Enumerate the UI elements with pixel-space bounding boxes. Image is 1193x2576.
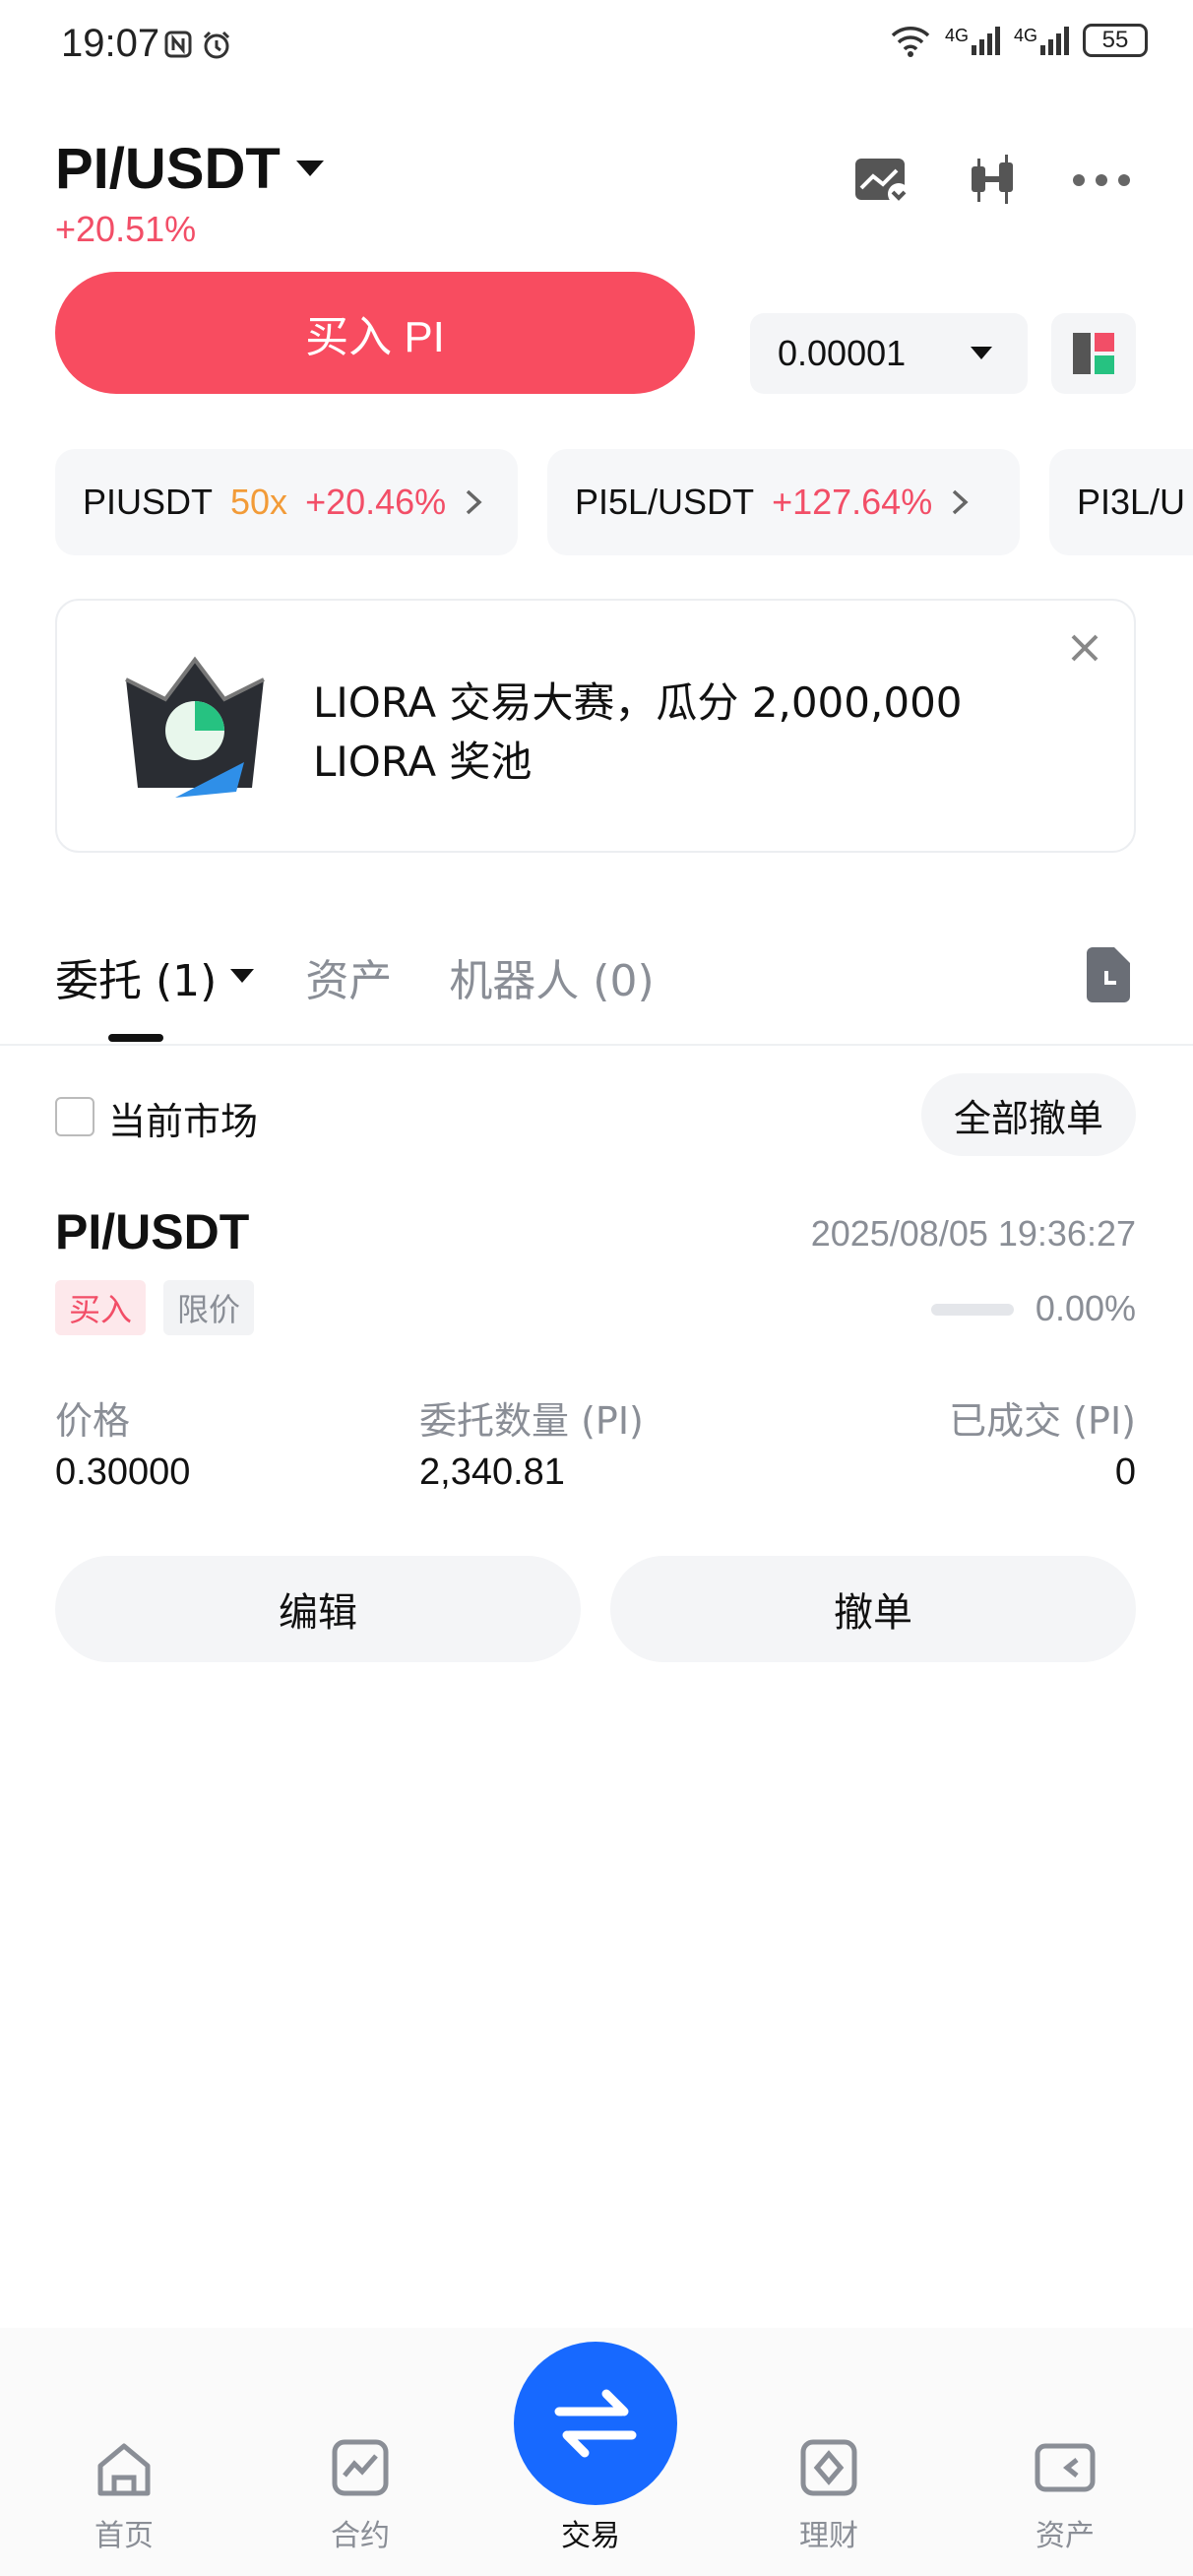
active-tab-indicator: [108, 1034, 163, 1042]
chip-pair: PI3L/U: [1077, 482, 1186, 522]
filled-label: 已成交 (PI): [949, 1399, 1136, 1443]
chip-pair: PI5L/USDT: [575, 482, 755, 522]
fill-progress-percent: 0.00%: [1035, 1288, 1136, 1328]
chevron-right-icon: [953, 489, 969, 515]
network-type-1: 4G: [944, 26, 969, 45]
cancel-order-button[interactable]: 撤单: [610, 1556, 1136, 1662]
wallet-icon: [1035, 2443, 1096, 2492]
nav-futures[interactable]: 合约: [291, 2438, 429, 2554]
tab-assets[interactable]: 资产: [305, 945, 392, 1008]
nav-finance[interactable]: 理财: [760, 2438, 898, 2554]
signal-2: 4G: [1014, 26, 1069, 55]
edit-order-button[interactable]: 编辑: [55, 1556, 581, 1662]
cancel-all-button[interactable]: 全部撤单: [921, 1073, 1136, 1156]
orderbook-layout-button[interactable]: [1051, 313, 1136, 394]
nav-trade-label: 交易: [561, 2519, 620, 2553]
trophy-crown-icon: [125, 656, 265, 798]
qty-value: 2,340.81: [419, 1451, 565, 1493]
signal-bars-icon: [971, 27, 1000, 55]
layout-icon: [1073, 333, 1114, 374]
chart-settings-icon[interactable]: [848, 146, 917, 215]
price-value: 0.30000: [55, 1451, 191, 1493]
qty-label: 委托数量 (PI): [419, 1399, 644, 1443]
status-time: 19:07: [61, 22, 160, 65]
wifi-icon: [891, 27, 930, 57]
current-market-label[interactable]: 当前市场: [108, 1091, 258, 1145]
close-icon[interactable]: [1061, 624, 1108, 672]
chip-change: +20.46%: [305, 482, 447, 522]
related-pair-chip-3[interactable]: PI3L/U: [1049, 449, 1193, 555]
nav-home[interactable]: 首页: [55, 2442, 193, 2554]
caret-down-icon: [971, 347, 992, 359]
fill-progress-bar: [931, 1304, 1014, 1316]
filled-value: 0: [1114, 1451, 1136, 1493]
order-side-badge: 买入: [55, 1280, 147, 1335]
chip-change: +127.64%: [772, 482, 933, 522]
status-bar: 19:07 4G 4G 55: [0, 0, 1193, 98]
signal-bars-icon: [1040, 27, 1069, 55]
order-time: 2025/08/05 19:36:27: [810, 1213, 1136, 1254]
candlestick-icon[interactable]: [959, 146, 1028, 215]
order-history-icon[interactable]: [1083, 947, 1134, 1002]
alarm-icon: [203, 31, 230, 59]
caret-down-icon: [295, 160, 324, 176]
chevron-right-icon: [467, 489, 482, 515]
nav-assets[interactable]: 资产: [996, 2438, 1134, 2554]
precision-select[interactable]: 0.00001: [750, 313, 1028, 394]
order-pair: PI/USDT: [55, 1204, 250, 1259]
status-right: 4G 4G 55: [890, 24, 1148, 57]
tab-orders[interactable]: 委托 (1): [55, 945, 255, 1008]
status-notification-icons: [163, 30, 232, 61]
nfc-icon: [164, 31, 192, 58]
chip-leverage: 50x: [230, 482, 288, 522]
finance-icon: [800, 2439, 857, 2496]
swap-icon: [554, 2389, 637, 2458]
home-icon: [97, 2443, 151, 2496]
pair-selector[interactable]: PI/USDT: [55, 136, 324, 202]
tab-bots[interactable]: 机器人 (0): [449, 945, 654, 1008]
order-tabs: 委托 (1) 资产 机器人 (0): [55, 945, 655, 1008]
precision-value: 0.00001: [778, 333, 907, 373]
pair-change: +20.51%: [55, 209, 197, 249]
network-type-2: 4G: [1013, 26, 1037, 45]
tab-bots-label: 机器人 (0): [449, 956, 655, 1006]
promo-banner[interactable]: LIORA 交易大赛，瓜分 2,000,000 LIORA 奖池: [55, 599, 1136, 853]
banner-text: LIORA 交易大赛，瓜分 2,000,000 LIORA 奖池: [313, 678, 963, 786]
tabs-divider: [0, 1044, 1193, 1046]
nav-assets-label: 资产: [1036, 2519, 1095, 2553]
signal-1: 4G: [945, 26, 1000, 55]
futures-icon: [332, 2439, 389, 2496]
nav-finance-label: 理财: [799, 2519, 858, 2553]
buy-button[interactable]: 买入 PI: [55, 272, 695, 394]
nav-home-label: 首页: [94, 2519, 154, 2553]
nav-trade[interactable]: [514, 2342, 677, 2505]
tab-orders-label: 委托 (1): [55, 956, 218, 1006]
related-pair-chip-1[interactable]: PIUSDT 50x +20.46%: [55, 449, 518, 555]
battery-icon: 55: [1083, 24, 1148, 57]
more-icon[interactable]: [1067, 146, 1136, 215]
current-market-checkbox[interactable]: [55, 1097, 94, 1136]
chip-pair: PIUSDT: [83, 482, 214, 522]
caret-down-icon: [230, 969, 255, 983]
nav-futures-label: 合约: [331, 2519, 390, 2553]
related-pair-chip-2[interactable]: PI5L/USDT +127.64%: [547, 449, 1020, 555]
price-label: 价格: [55, 1399, 131, 1443]
order-type-badge: 限价: [163, 1280, 255, 1335]
tab-assets-label: 资产: [305, 956, 393, 1006]
pair-title: PI/USDT: [55, 137, 281, 201]
